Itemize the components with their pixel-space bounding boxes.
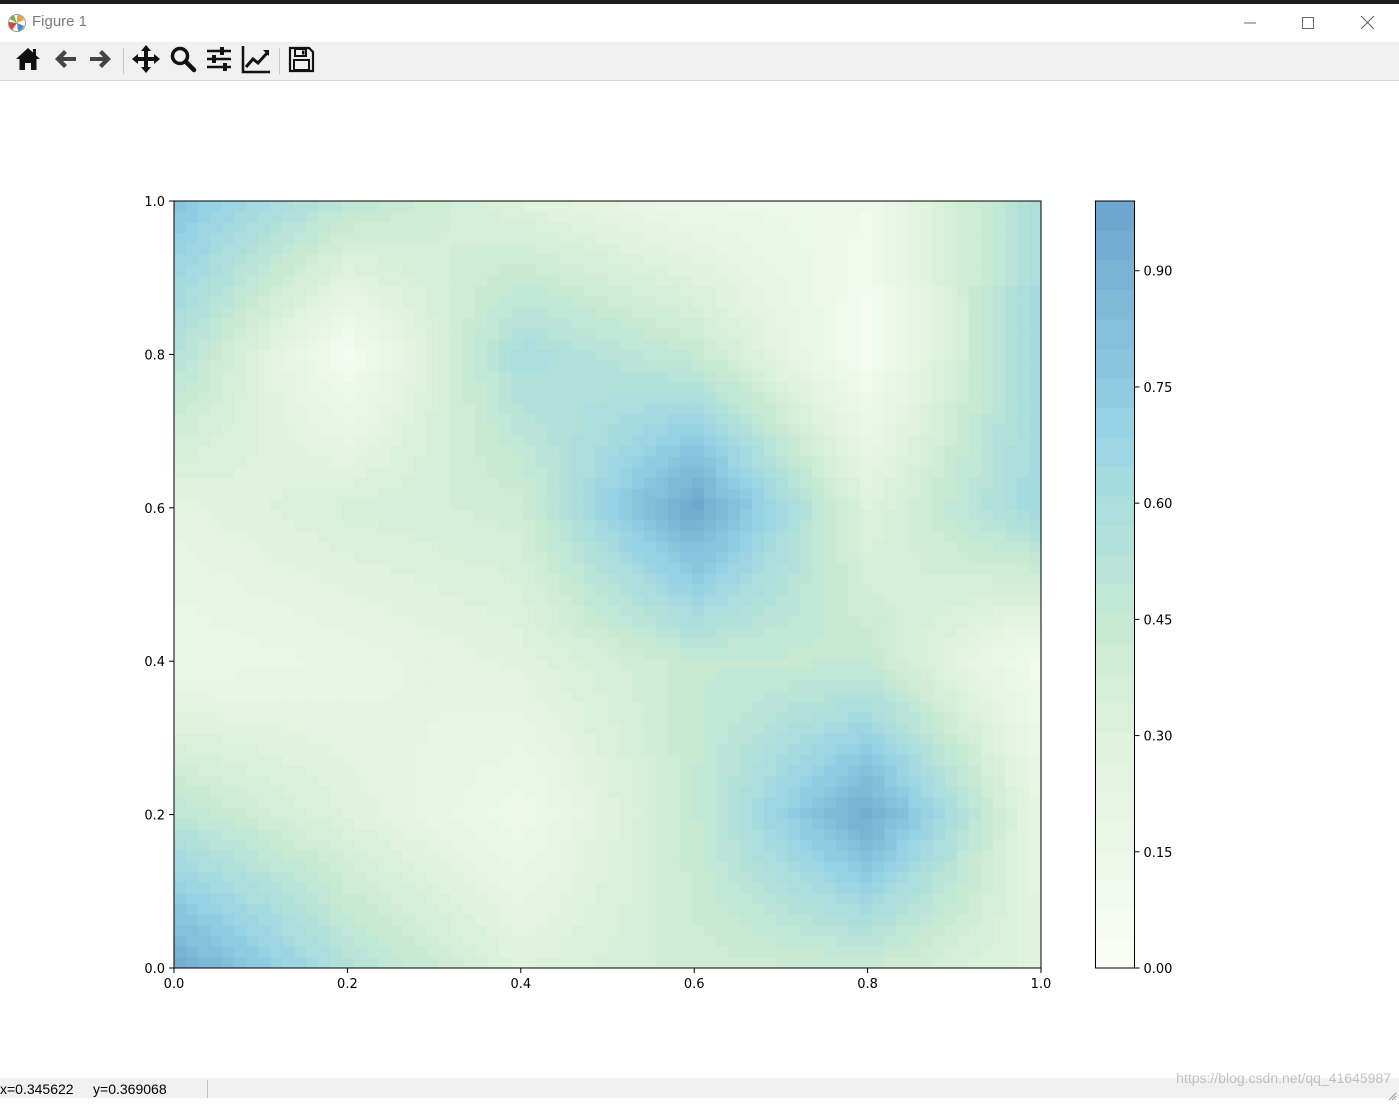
y-tick-label: 0.2 xyxy=(144,809,165,824)
colorbar-segment xyxy=(1096,821,1135,851)
colorbar-segment xyxy=(1096,319,1135,349)
forward-button[interactable] xyxy=(85,45,117,77)
colorbar-tick-label: 0.45 xyxy=(1144,613,1173,628)
toolbar-separator xyxy=(123,48,124,74)
resize-grip-icon[interactable] xyxy=(1387,1086,1397,1096)
colorbar-tick-label: 0.75 xyxy=(1144,381,1173,396)
colorbar-segment xyxy=(1096,909,1135,939)
edit-axis-button[interactable] xyxy=(240,45,272,77)
window-title: Figure 1 xyxy=(32,13,87,30)
maximize-button[interactable] xyxy=(1279,4,1337,42)
colorbar-segment xyxy=(1096,349,1135,379)
zoom-icon xyxy=(169,45,197,77)
colorbar-segment xyxy=(1096,378,1135,408)
forward-icon xyxy=(87,45,115,77)
navigation-toolbar xyxy=(0,42,1399,81)
colorbar-tick-label: 0.30 xyxy=(1144,730,1173,745)
colorbar-segment xyxy=(1096,791,1135,821)
close-button[interactable] xyxy=(1338,4,1396,42)
colorbar-segment xyxy=(1096,850,1135,880)
back-button[interactable] xyxy=(49,45,81,77)
pan-button[interactable] xyxy=(130,45,162,77)
close-icon xyxy=(1361,14,1374,33)
zoom-button[interactable] xyxy=(167,45,199,77)
colorbar-segment xyxy=(1096,526,1135,556)
colorbar-segment xyxy=(1096,496,1135,526)
minimize-icon xyxy=(1244,14,1256,33)
home-button[interactable] xyxy=(12,45,44,77)
y-tick-label: 0.0 xyxy=(144,962,165,977)
minimize-button[interactable] xyxy=(1221,4,1279,42)
save-icon xyxy=(287,45,315,77)
x-tick-label: 0.2 xyxy=(337,977,358,992)
colorbar-segment xyxy=(1096,408,1135,438)
colorbar-segment xyxy=(1096,467,1135,497)
x-tick-label: 1.0 xyxy=(1031,977,1052,992)
back-icon xyxy=(51,45,79,77)
title-bar[interactable]: Figure 1 xyxy=(0,4,1399,42)
colorbar-segment xyxy=(1096,644,1135,674)
toolbar-separator xyxy=(279,48,280,74)
watermark: https://blog.csdn.net/qq_41645987 xyxy=(1176,1070,1391,1086)
status-separator xyxy=(207,1080,208,1098)
pan-icon xyxy=(131,44,161,78)
colorbar-segment xyxy=(1096,880,1135,910)
matplotlib-icon xyxy=(7,13,27,33)
colorbar-tick-label: 0.15 xyxy=(1144,846,1173,861)
y-tick-label: 0.6 xyxy=(144,502,165,517)
colorbar-tick-label: 0.00 xyxy=(1144,962,1173,977)
colorbar-segment xyxy=(1096,231,1135,261)
colorbar-segment xyxy=(1096,762,1135,792)
colorbar-segment xyxy=(1096,290,1135,320)
x-tick-label: 0.0 xyxy=(164,977,185,992)
cursor-y: y=0.369068 xyxy=(93,1081,167,1097)
colorbar-tick-label: 0.60 xyxy=(1144,497,1173,512)
colorbar-segment xyxy=(1096,939,1135,969)
colorbar-segment xyxy=(1096,732,1135,762)
y-tick-label: 0.8 xyxy=(144,348,165,363)
contour-plot[interactable]: 0.0 0.2 0.4 0.6 0.8 1.0 0.0 0.2 0.4 0.6 0.8 1.0 0.… xyxy=(0,81,1399,1078)
x-tick-label: 0.4 xyxy=(510,977,531,992)
colorbar-segment xyxy=(1096,201,1135,231)
colorbar-segment xyxy=(1096,437,1135,467)
colorbar-segment xyxy=(1096,555,1135,585)
x-tick-label: 0.6 xyxy=(684,977,705,992)
edit-axis-icon xyxy=(241,44,271,78)
colorbar-segment xyxy=(1096,260,1135,290)
y-tick-label: 1.0 xyxy=(144,195,165,210)
colorbar-tick-label: 0.90 xyxy=(1144,265,1173,280)
cursor-coordinates: x=0.345622 y=0.369068 xyxy=(0,1081,167,1097)
home-icon xyxy=(14,45,42,77)
colorbar-segment xyxy=(1096,585,1135,615)
colorbar-segment xyxy=(1096,673,1135,703)
subplots-button[interactable] xyxy=(203,45,235,77)
save-button[interactable] xyxy=(285,45,317,77)
colorbar-segment xyxy=(1096,614,1135,644)
y-tick-label: 0.4 xyxy=(144,655,165,670)
x-tick-label: 0.8 xyxy=(857,977,878,992)
figure-canvas[interactable]: 0.0 0.2 0.4 0.6 0.8 1.0 0.0 0.2 0.4 0.6 0.8 1.0 0.… xyxy=(0,81,1399,1078)
maximize-icon xyxy=(1302,14,1314,33)
cursor-x: x=0.345622 xyxy=(0,1081,74,1097)
subplots-icon xyxy=(205,45,233,77)
contour-fill xyxy=(174,201,1042,969)
colorbar-segment xyxy=(1096,703,1135,733)
